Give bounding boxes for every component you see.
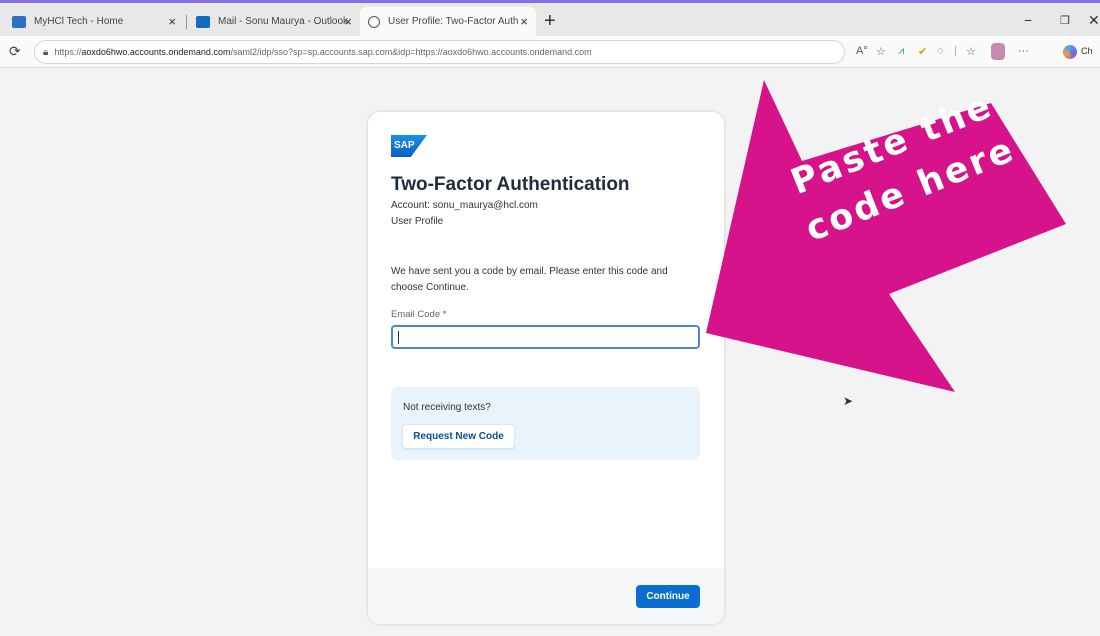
required-marker: * bbox=[442, 309, 447, 320]
email-code-label: Email Code * bbox=[391, 309, 446, 320]
url-field[interactable]: 🔒︎ https:// aoxdo6hwo.accounts.ondemand.… bbox=[34, 40, 845, 64]
email-code-label-text: Email Code bbox=[391, 309, 441, 320]
tab-divider bbox=[186, 15, 187, 29]
address-bar: ⟳ 🔒︎ https:// aoxdo6hwo.accounts.ondeman… bbox=[0, 36, 1100, 68]
profile-avatar-icon[interactable] bbox=[991, 43, 1005, 60]
url-scheme: https:// bbox=[54, 47, 82, 57]
tab-outlook[interactable]: Mail - Sonu Maurya - Outlook × bbox=[188, 7, 360, 36]
outlook-icon bbox=[196, 15, 210, 28]
user-profile-label: User Profile bbox=[391, 216, 444, 227]
browser-tab-bar: MyHCl Tech - Home × Mail - Sonu Maurya -… bbox=[0, 0, 1100, 36]
extension-check-icon[interactable]: ✔ bbox=[918, 45, 927, 58]
copilot-icon[interactable] bbox=[1063, 45, 1077, 59]
extension-icon[interactable]: ⩘ bbox=[898, 45, 904, 58]
extension-circle-icon[interactable]: ◌ bbox=[937, 45, 944, 57]
card-footer: Continue bbox=[368, 568, 724, 624]
url-host: aoxdo6hwo.accounts.ondemand.com bbox=[81, 47, 231, 57]
toolbar-divider: | bbox=[954, 45, 957, 57]
restore-button[interactable]: ❐ bbox=[1060, 14, 1070, 27]
request-new-code-button[interactable]: Request New Code bbox=[402, 424, 515, 449]
annotation-text: Paste the code here bbox=[735, 62, 1068, 273]
sap-logo: SAP bbox=[391, 135, 427, 157]
not-receiving-panel: Not receiving texts? Request New Code bbox=[391, 387, 700, 460]
continue-button[interactable]: Continue bbox=[636, 585, 700, 608]
lock-icon: 🔒︎ bbox=[43, 46, 49, 58]
close-icon[interactable]: × bbox=[520, 14, 528, 29]
close-icon[interactable]: × bbox=[168, 14, 176, 29]
tab-title: MyHCl Tech - Home bbox=[34, 16, 124, 27]
favorites-icon[interactable]: ☆ bbox=[966, 45, 976, 58]
read-aloud-icon[interactable]: A° bbox=[856, 45, 868, 57]
tab-user-profile[interactable]: User Profile: Two-Factor Authentic × bbox=[360, 7, 536, 36]
instructions-text: We have sent you a code by email. Please… bbox=[391, 266, 668, 293]
tab-title: Mail - Sonu Maurya - Outlook bbox=[218, 16, 349, 27]
more-menu-icon[interactable]: ··· bbox=[1018, 45, 1029, 57]
email-code-input[interactable] bbox=[391, 325, 700, 349]
page-title: Two-Factor Authentication bbox=[391, 174, 630, 195]
account-label: Account: sonu_maurya@hcl.com bbox=[391, 200, 538, 211]
mouse-cursor-icon: ➤ bbox=[843, 394, 854, 408]
close-icon[interactable]: × bbox=[344, 14, 352, 29]
favorite-star-icon[interactable]: ☆ bbox=[876, 45, 886, 58]
url-path: /saml2/idp/sso?sp=sp.accounts.sap.com&id… bbox=[230, 47, 592, 57]
refresh-icon[interactable]: ⟳ bbox=[9, 43, 21, 60]
two-factor-card: SAP Two-Factor Authentication Account: s… bbox=[368, 112, 724, 624]
globe-icon bbox=[368, 15, 380, 28]
new-tab-button[interactable]: + bbox=[544, 10, 556, 33]
not-receiving-text: Not receiving texts? bbox=[403, 402, 491, 413]
tab-title: User Profile: Two-Factor Authentic bbox=[388, 16, 518, 27]
copilot-label[interactable]: Ch bbox=[1081, 46, 1093, 56]
tab-myhcl[interactable]: MyHCl Tech - Home × bbox=[4, 7, 184, 36]
window-close-button[interactable]: ✕ bbox=[1088, 12, 1100, 29]
sharepoint-icon bbox=[12, 15, 26, 28]
minimize-button[interactable]: − bbox=[1024, 12, 1032, 28]
text-caret bbox=[398, 331, 399, 344]
